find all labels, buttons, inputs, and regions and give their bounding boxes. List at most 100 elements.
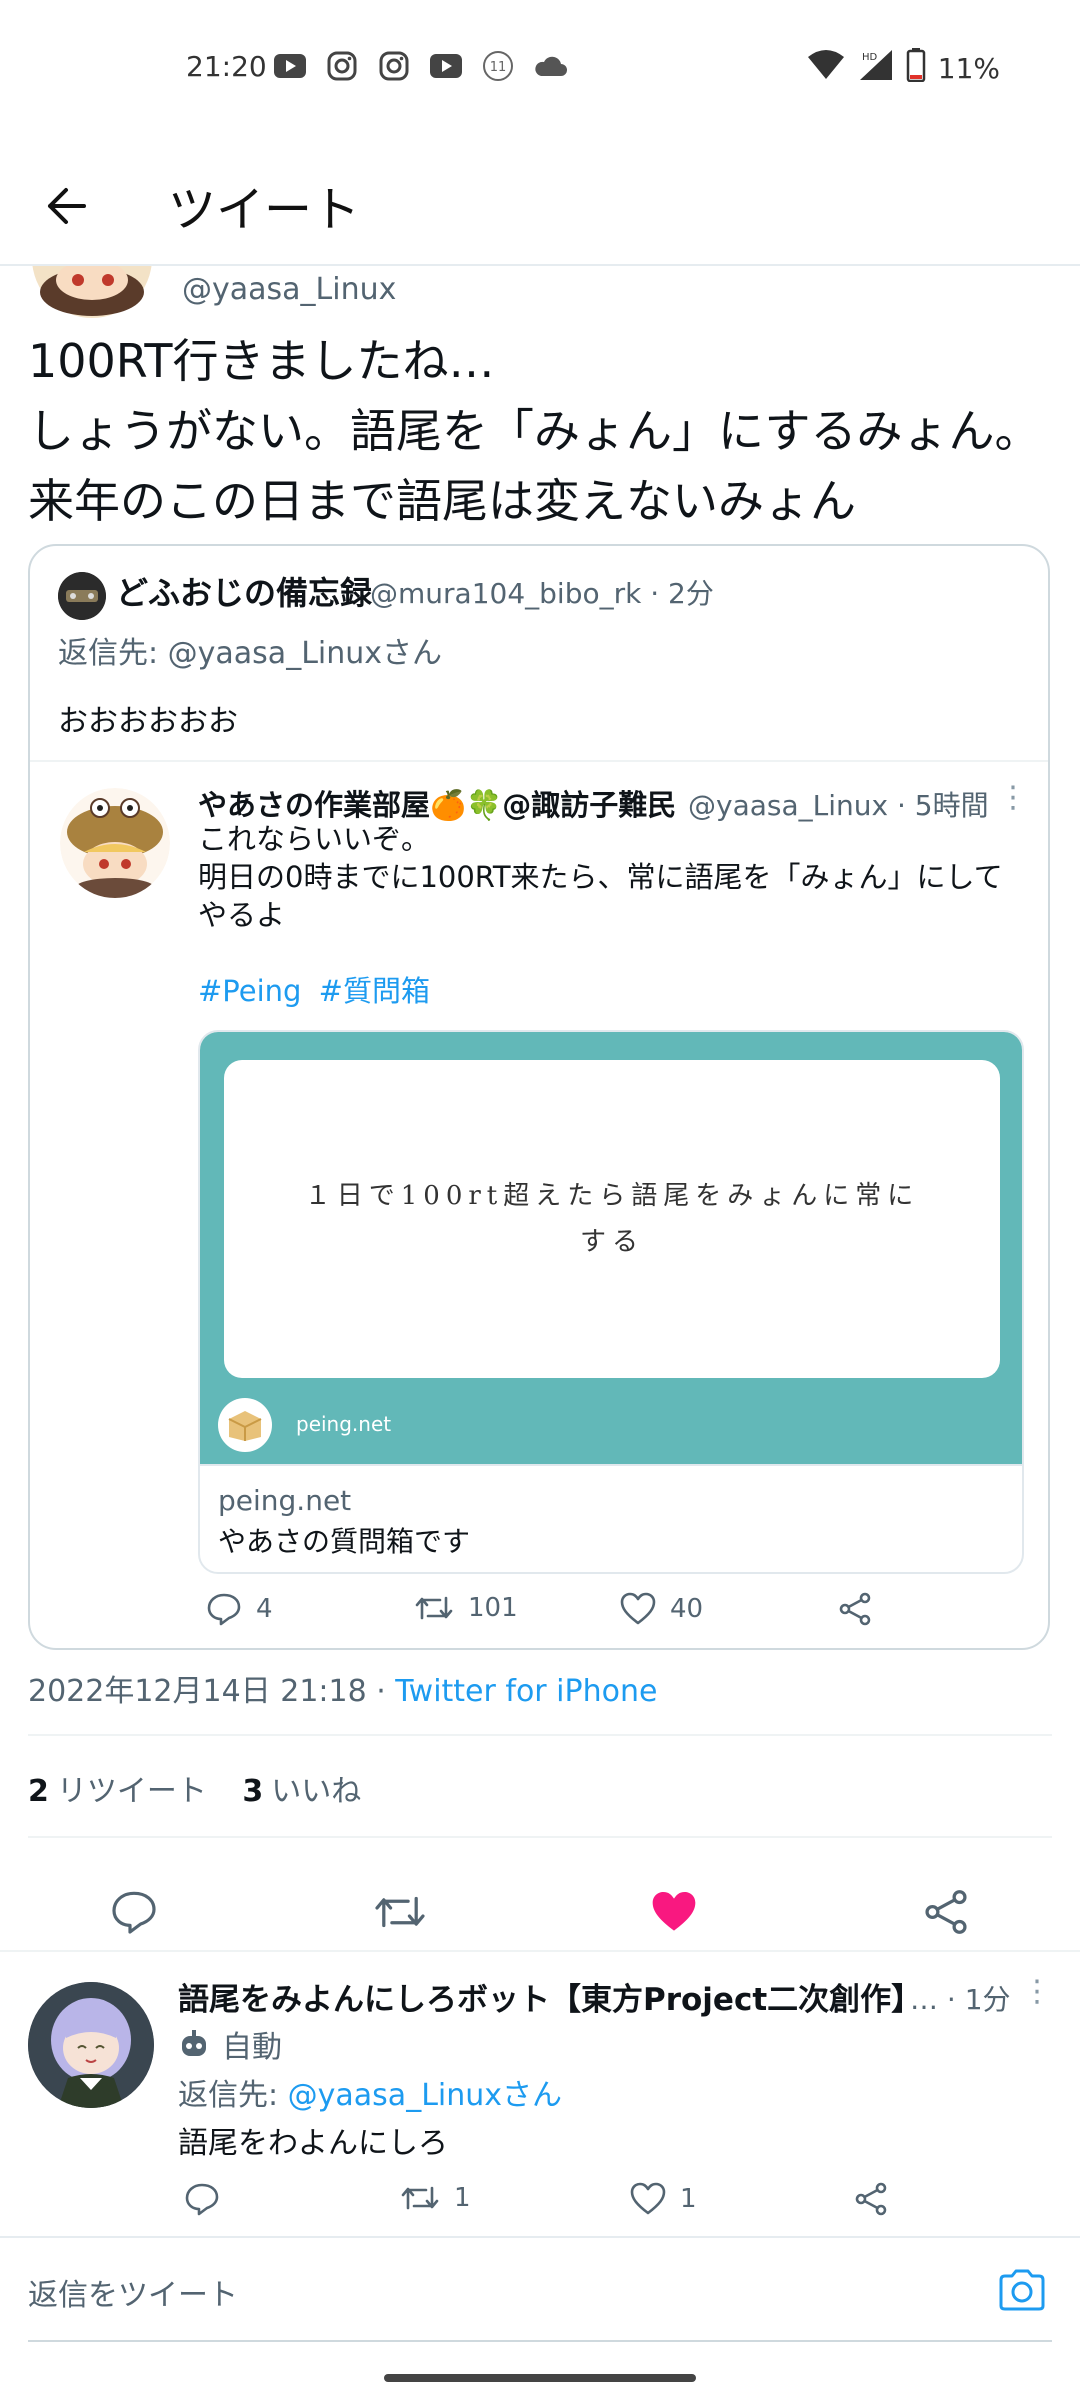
author-handle[interactable]: @yaasa_Linux	[182, 272, 396, 307]
gesture-nav-handle[interactable]	[384, 2374, 696, 2382]
reply-input[interactable]: 返信をツイート	[28, 2270, 238, 2314]
link-preview-info: peing.net やあさの質問箱です	[200, 1464, 1022, 1572]
share-button[interactable]	[838, 1592, 872, 1626]
quote-author-name: どふおじの備忘録	[116, 574, 373, 612]
notification-count: 11	[490, 60, 507, 75]
tweet-stats: 2 リツイート 3 いいね	[28, 1766, 361, 1810]
divider	[28, 1734, 1052, 1736]
quote-avatar	[58, 572, 106, 620]
heart-icon	[620, 1592, 656, 1625]
camera-button[interactable]	[994, 2262, 1050, 2318]
arrow-left-icon	[48, 188, 86, 224]
more-options-icon[interactable]: ⋮	[998, 780, 1028, 816]
hashtag-link[interactable]: #質問箱	[319, 974, 430, 1008]
back-button[interactable]	[36, 176, 96, 236]
automated-text: 自動	[222, 2030, 282, 2065]
inner-avatar[interactable]	[60, 788, 170, 898]
retweet-icon	[415, 1596, 453, 1620]
reply-icon	[185, 2183, 219, 2216]
client-link[interactable]: Twitter for iPhone	[395, 1674, 657, 1709]
timestamp-separator: ·	[366, 1674, 396, 1709]
reply-button[interactable]: 4	[206, 1592, 273, 1626]
like-button[interactable]	[646, 1884, 702, 1940]
inner-author-handle: @yaasa_Linux	[688, 789, 889, 822]
likes-stat[interactable]: 3 いいね	[242, 1774, 361, 1809]
reply-icon	[112, 1891, 156, 1934]
author-avatar[interactable]	[30, 266, 154, 320]
cloud-icon	[532, 48, 568, 84]
inner-meta: @yaasa_Linux · 5時間	[688, 784, 989, 824]
inner-text-line: これならいいぞ。	[198, 822, 431, 856]
retweet-icon	[401, 2186, 439, 2210]
reply-to-mention[interactable]: @yaasa_Linuxさん	[288, 2078, 562, 2113]
reply-count: 4	[256, 1594, 273, 1624]
reply-button[interactable]	[106, 1884, 162, 1940]
likes-stat-count: 3	[242, 1774, 264, 1809]
tweet-timestamp: 2022年12月14日 21:18 · Twitter for iPhone	[28, 1666, 657, 1710]
reply-text: 語尾をわよんにしろ	[178, 2126, 448, 2161]
reply-composer: 返信をツイート	[0, 2236, 1080, 2346]
question-text: １日で100rt超えたら語尾をみょんに常に する	[302, 1173, 922, 1265]
status-system-icons: HD 11%	[806, 48, 1000, 89]
inner-text-line: 明日の0時までに100RT来たら、常に語尾を「みょん」にして	[198, 860, 1003, 894]
tweet-text: 100RT行きましたね… しょうがない。語尾を「みょん」にするみょん。 来年のこ…	[28, 326, 1058, 536]
reply-avatar[interactable]	[28, 1982, 154, 2108]
reply-tweet[interactable]: 語尾をみよんにしろボット【東方Project二次創作】 … · 1分 ⋮ 自動 …	[0, 1952, 1080, 2234]
reply-time: 1分	[964, 1983, 1011, 2016]
reply-reply-to: 返信先: @yaasa_Linuxさん	[178, 2070, 562, 2114]
meta-separator: ·	[650, 577, 669, 610]
status-notification-icons: 11	[272, 48, 568, 84]
hashtag-link[interactable]: #Peing	[198, 974, 301, 1008]
tweet-text-line: 来年のこの日まで語尾は変えないみょん	[28, 474, 856, 528]
network-type-label: HD	[862, 52, 878, 63]
inner-time: 5時間	[914, 789, 989, 822]
quote-action-bar: 4 101 40	[30, 1592, 1048, 1642]
link-preview-card[interactable]: １日で100rt超えたら語尾をみょんに常に する peing.net peing…	[198, 1030, 1024, 1574]
box-icon	[218, 1398, 272, 1452]
automated-label: 自動	[178, 2022, 282, 2066]
reply-to-label: 返信先:	[58, 636, 159, 671]
retweet-button[interactable]: 1	[400, 2182, 471, 2214]
quote-time: 2分	[668, 577, 714, 610]
share-button[interactable]	[918, 1884, 974, 1940]
divider	[28, 1836, 1052, 1838]
youtube-icon	[272, 48, 308, 84]
quote-text: おおおおおお	[58, 704, 238, 739]
inner-author-name: やあさの作業部屋🍊🍀@諏訪子難民	[198, 788, 677, 822]
retweet-count: 1	[454, 2183, 471, 2213]
divider	[28, 2340, 1052, 2342]
retweets-stat[interactable]: 2 リツイート	[28, 1774, 207, 1809]
inner-text: これならいいぞ。 明日の0時までに100RT来たら、常に語尾を「みょん」にして …	[198, 820, 1038, 934]
share-icon	[855, 2182, 887, 2216]
notification-count-icon: 11	[480, 48, 516, 84]
page-title: ツイート	[168, 182, 361, 238]
like-count: 1	[680, 2184, 697, 2214]
inner-text-line: やるよ	[198, 898, 286, 932]
like-button[interactable]: 1	[630, 2182, 697, 2216]
like-count: 40	[670, 1594, 704, 1624]
wifi-icon	[806, 49, 846, 88]
meta-separator: ·	[946, 1983, 965, 2016]
reply-action-bar: 1 1	[178, 2182, 1018, 2226]
tweet-text-line: 100RT行きましたね…	[28, 334, 495, 388]
youtube-icon	[428, 48, 464, 84]
instagram-icon	[324, 48, 360, 84]
share-button[interactable]	[854, 2182, 888, 2216]
question-text-line: １日で100rt超えたら語尾をみょんに常に	[304, 1181, 920, 1211]
inner-tweet[interactable]: やあさの作業部屋🍊🍀@諏訪子難民 @yaasa_Linux · 5時間 ⋮ これ…	[30, 762, 1048, 1602]
quoted-tweet-card[interactable]: どふおじの備忘録 @mura104_bibo_rk · 2分 返信先: @yaa…	[28, 544, 1050, 1650]
retweet-button[interactable]	[372, 1884, 428, 1940]
retweet-button[interactable]: 101	[414, 1592, 518, 1624]
status-time: 21:20	[186, 50, 267, 83]
battery-percent: 11%	[937, 52, 1000, 85]
reply-to-mention: @yaasa_Linuxさん	[167, 636, 443, 671]
like-button[interactable]: 40	[620, 1592, 703, 1626]
likes-stat-label: いいね	[271, 1774, 362, 1809]
reply-icon	[207, 1593, 241, 1626]
question-box: １日で100rt超えたら語尾をみょんに常に する	[224, 1060, 1000, 1378]
name-truncation: …	[910, 1983, 938, 2016]
reply-button[interactable]	[184, 2182, 234, 2216]
link-title: やあさの質問箱です	[218, 1525, 471, 1558]
camera-icon	[999, 2269, 1045, 2311]
more-options-icon[interactable]: ⋮	[1022, 1974, 1052, 2009]
